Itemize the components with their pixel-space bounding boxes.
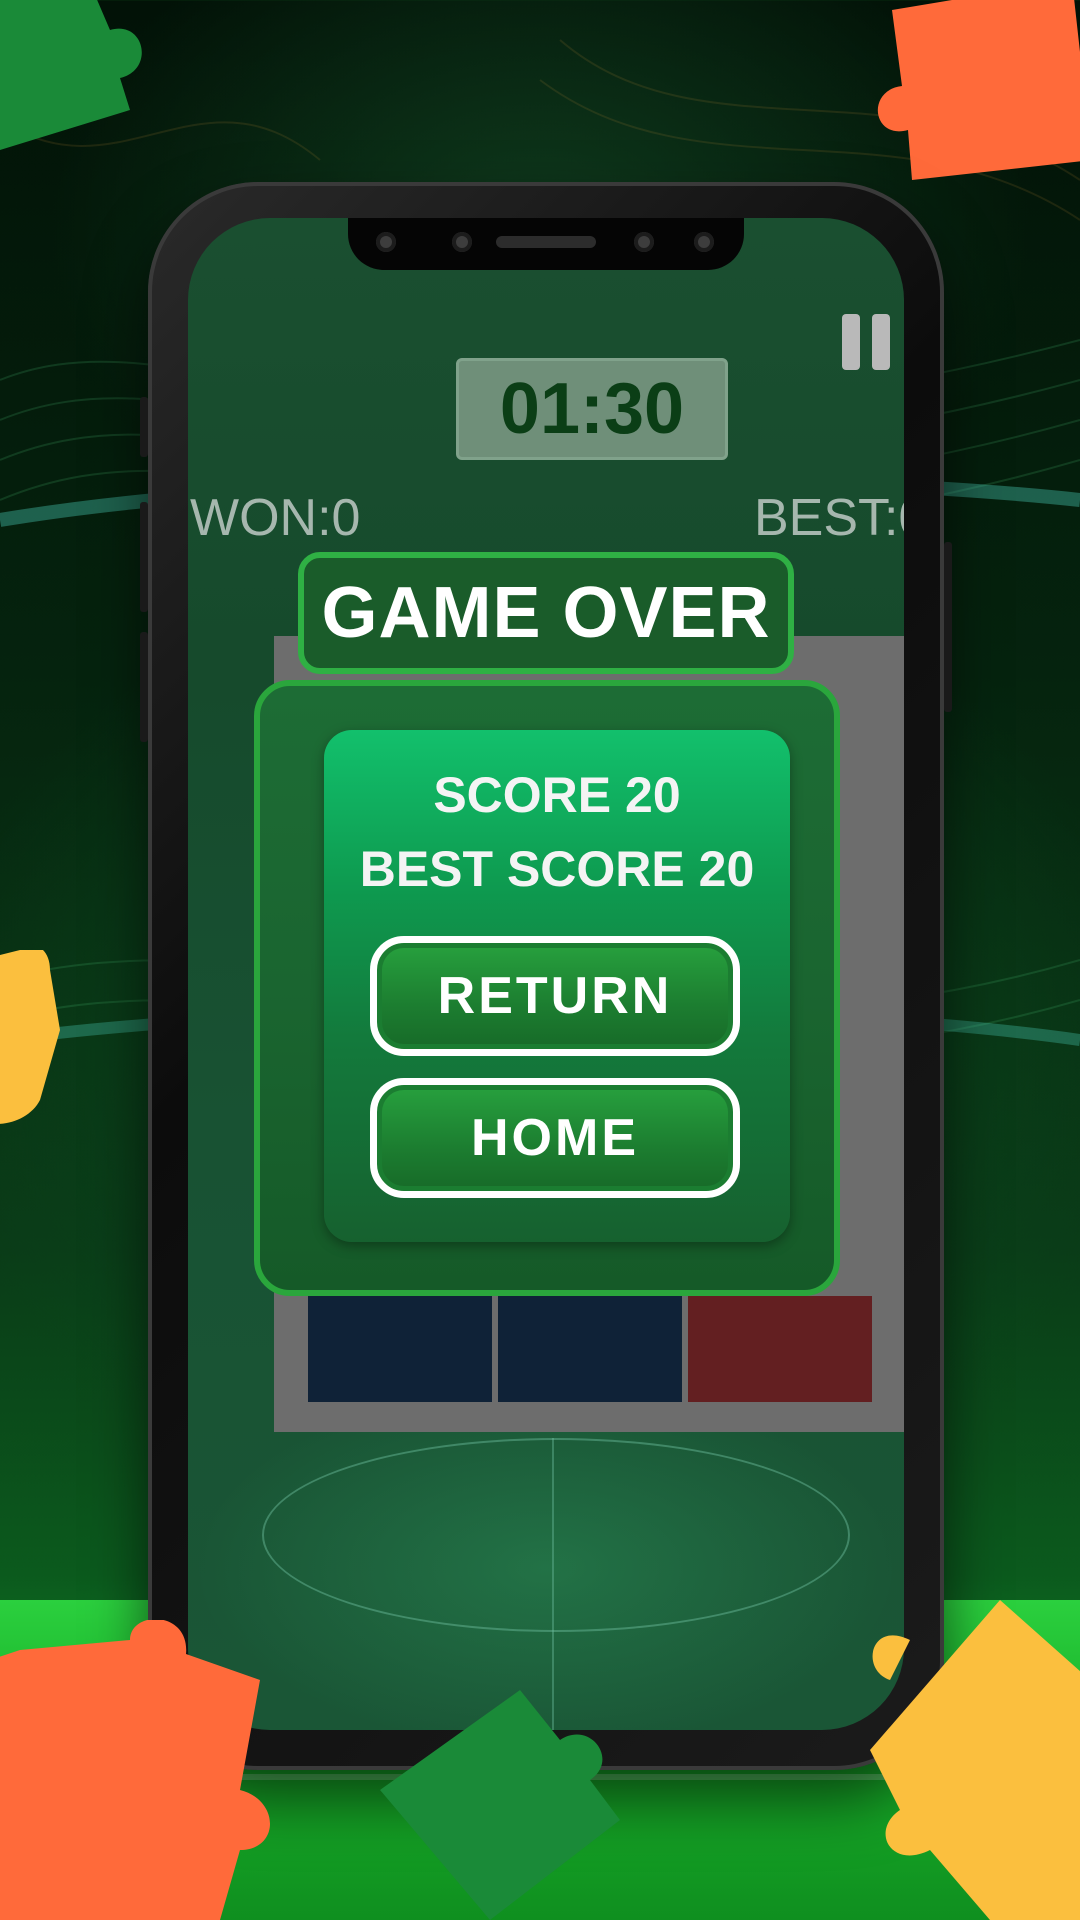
board-tile <box>498 1296 682 1402</box>
camera-icon <box>634 232 654 252</box>
puzzle-piece-icon <box>0 0 142 150</box>
board-tile <box>308 1296 492 1402</box>
phone-notch <box>348 218 744 270</box>
speaker-grille <box>496 236 596 248</box>
return-button[interactable]: RETURN <box>370 936 740 1056</box>
board-tile <box>688 1296 872 1402</box>
camera-icon <box>376 232 396 252</box>
camera-icon <box>452 232 472 252</box>
field-center-circle <box>262 1438 850 1632</box>
puzzle-piece-icon <box>380 1690 620 1920</box>
camera-icon <box>694 232 714 252</box>
won-count: WON:0 <box>190 489 361 547</box>
puzzle-piece-icon <box>0 1620 270 1920</box>
board-tiles <box>308 1296 872 1402</box>
dialog-panel: SCORE 20 BEST SCORE 20 RETURN HOME <box>324 730 790 1242</box>
game-over-dialog: SCORE 20 BEST SCORE 20 RETURN HOME <box>254 680 840 1296</box>
pause-icon[interactable] <box>842 314 894 370</box>
puzzle-piece-icon <box>870 1600 1080 1920</box>
phone-side-button <box>140 502 148 612</box>
game-over-title: GAME OVER <box>298 552 794 674</box>
phone-side-button <box>140 397 148 457</box>
puzzle-piece-icon <box>878 0 1080 180</box>
game-timer: 01:30 <box>456 358 728 460</box>
puzzle-piece-icon <box>0 950 60 1124</box>
best-count: BEST:0 <box>754 489 904 547</box>
home-button[interactable]: HOME <box>370 1078 740 1198</box>
phone-side-button <box>944 542 952 712</box>
best-score-text: BEST SCORE 20 <box>359 841 755 897</box>
phone-side-button <box>140 632 148 742</box>
score-text: SCORE 20 <box>433 767 681 823</box>
